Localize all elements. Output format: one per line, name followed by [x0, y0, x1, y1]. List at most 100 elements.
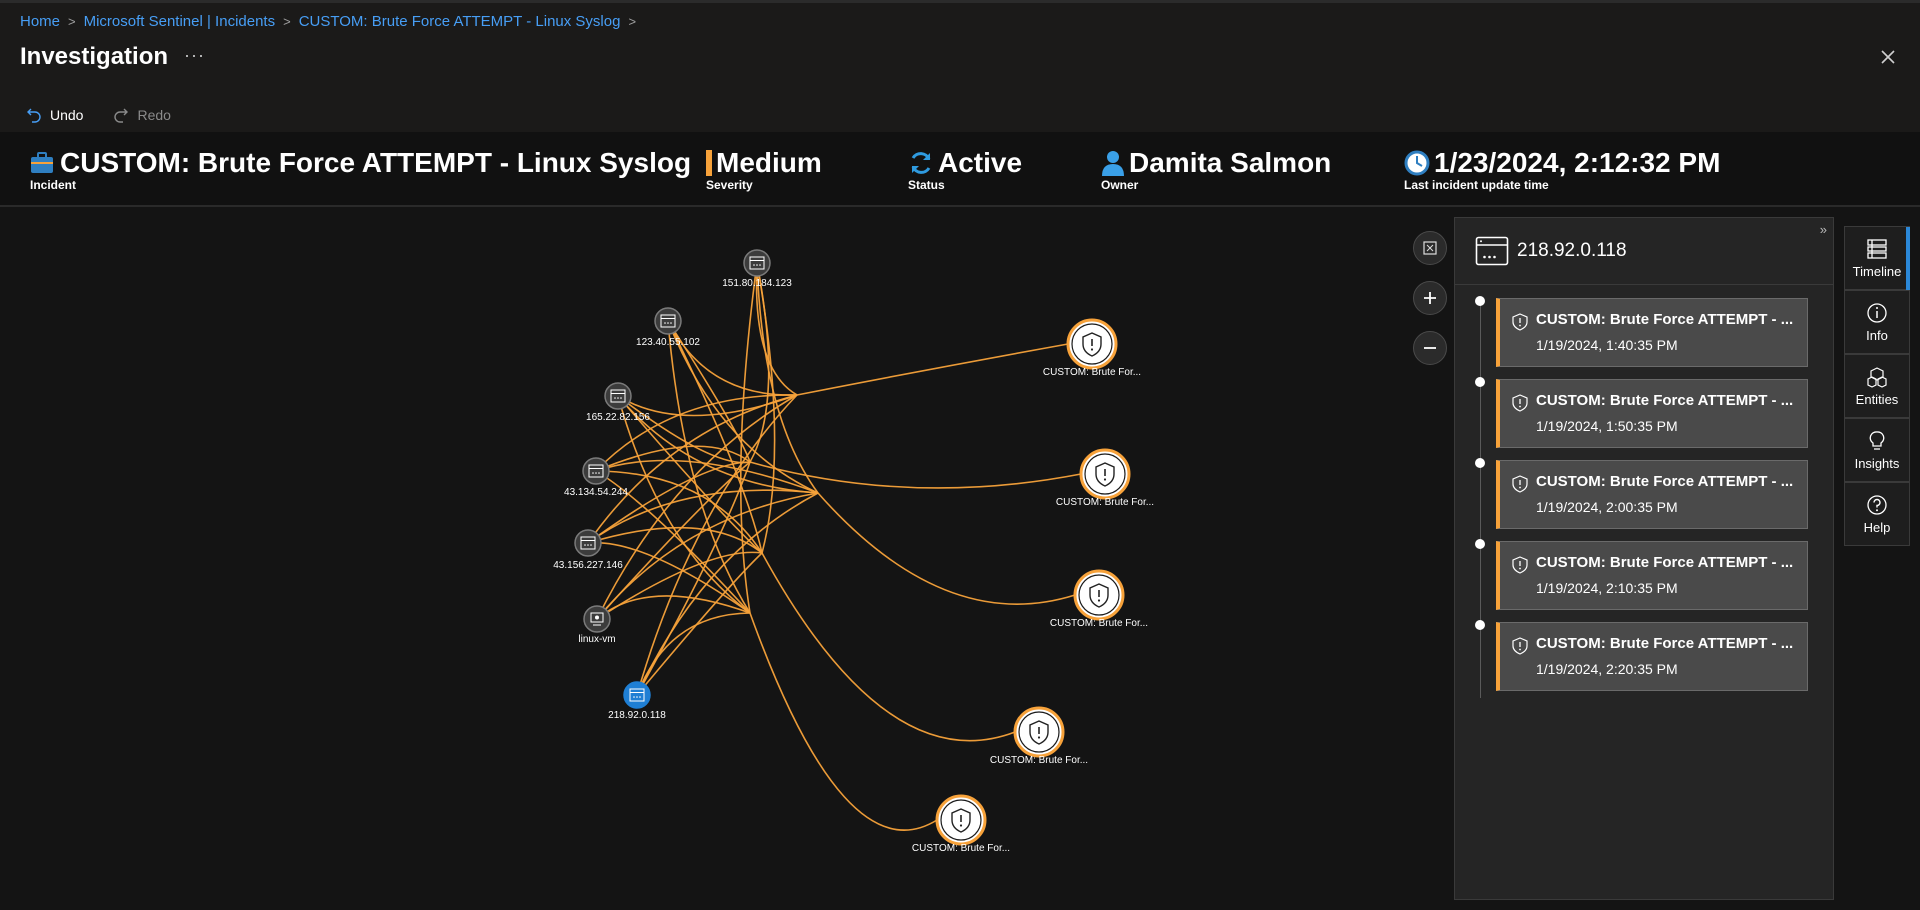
timeline-card[interactable]: CUSTOM: Brute Force ATTEMPT - ... 1/19/2…: [1496, 298, 1808, 367]
graph-edge: [617, 395, 751, 614]
breadcrumb-incident[interactable]: CUSTOM: Brute Force ATTEMPT - Linux Sysl…: [299, 13, 621, 30]
breadcrumb: Home > Microsoft Sentinel | Incidents > …: [20, 13, 644, 30]
alert-node[interactable]: [1079, 448, 1131, 500]
timeline-dot: [1475, 458, 1485, 468]
graph-edge: [636, 612, 751, 696]
refresh-icon: [911, 152, 931, 174]
tab-help[interactable]: Help: [1844, 482, 1910, 546]
briefcase-icon: [31, 152, 53, 173]
timeline-card-time: 1/19/2024, 2:20:35 PM: [1536, 661, 1678, 677]
timeline-card[interactable]: CUSTOM: Brute Force ATTEMPT - ... 1/19/2…: [1496, 622, 1808, 691]
undo-label: Undo: [50, 107, 84, 123]
side-tabs: Timeline Info Entities Insights Help: [1844, 226, 1910, 546]
entity-node-circle[interactable]: [574, 529, 602, 557]
investigation-graph[interactable]: 151.80.184.123 123.40.55.102 165.22.82.156…: [0, 208, 1460, 910]
entity-node-circle[interactable]: [743, 249, 771, 277]
entity-node-circle[interactable]: [654, 307, 682, 335]
zoom-out-button[interactable]: [1413, 331, 1447, 365]
timeline-card-time: 1/19/2024, 2:00:35 PM: [1536, 499, 1678, 515]
chevron-right-icon: >: [628, 14, 637, 29]
timeline-card[interactable]: CUSTOM: Brute Force ATTEMPT - ... 1/19/2…: [1496, 379, 1808, 448]
timeline-card-time: 1/19/2024, 1:40:35 PM: [1536, 337, 1678, 353]
severity-indicator: [706, 150, 712, 176]
more-options-button[interactable]: ···: [184, 45, 205, 66]
tab-insights[interactable]: Insights: [1844, 418, 1910, 482]
person-icon: [1102, 151, 1124, 176]
zoom-in-button[interactable]: [1413, 281, 1447, 315]
owner-label: Owner: [1101, 178, 1139, 192]
entity-node[interactable]: [574, 529, 602, 557]
owner-field: Damita Salmon Owner: [1101, 148, 1331, 193]
entity-node[interactable]: [654, 307, 682, 335]
entity-node-circle[interactable]: [604, 382, 632, 410]
entity-node-circle[interactable]: [582, 457, 610, 485]
updated-field: 1/23/2024, 2:12:32 PM Last incident upda…: [1404, 147, 1721, 193]
timeline-icon: [1867, 238, 1887, 259]
graph-edge: [817, 492, 1076, 605]
entity-node-label: 151.80.184.123: [722, 278, 792, 289]
status-field: Active Status: [908, 147, 1023, 193]
graph-edge: [761, 552, 1016, 742]
fit-graph-button[interactable]: [1413, 231, 1447, 265]
tab-timeline[interactable]: Timeline: [1844, 226, 1910, 291]
alert-node[interactable]: [935, 794, 987, 846]
alert-node[interactable]: [1066, 318, 1118, 370]
tab-entities[interactable]: Entities: [1844, 354, 1910, 418]
redo-label: Redo: [137, 107, 171, 123]
timeline-card-title: CUSTOM: Brute Force ATTEMPT - ...: [1536, 473, 1794, 490]
timeline-card-time: 1/19/2024, 2:10:35 PM: [1536, 580, 1678, 596]
panel-title: 218.92.0.118: [1517, 240, 1627, 261]
tab-entities-label: Entities: [1855, 391, 1899, 407]
status-value: Active: [938, 147, 1023, 178]
alert-node-label: CUSTOM: Brute For...: [1055, 497, 1155, 508]
panel-header: 218.92.0.118 »: [1455, 218, 1833, 285]
redo-button[interactable]: Redo: [113, 107, 171, 123]
alert-node[interactable]: [1073, 569, 1125, 621]
plus-icon: [1424, 292, 1436, 304]
timeline-dot: [1475, 377, 1485, 387]
tab-insights-label: Insights: [1854, 455, 1900, 471]
toolbar: Undo Redo: [26, 107, 171, 123]
entity-node[interactable]: [582, 457, 610, 485]
alert-node[interactable]: [1013, 706, 1065, 758]
timeline-dot: [1475, 539, 1485, 549]
tab-info-label: Info: [1866, 327, 1888, 343]
chevron-right-icon: >: [68, 14, 76, 29]
severity-value: Medium: [716, 147, 822, 178]
timeline-card[interactable]: CUSTOM: Brute Force ATTEMPT - ... 1/19/2…: [1496, 541, 1808, 610]
entity-detail-panel: 218.92.0.118 » CUSTOM: Brute Force ATTEM…: [1454, 217, 1834, 900]
entity-node-label: 43.134.54.244: [564, 487, 628, 498]
close-icon[interactable]: [1878, 47, 1898, 67]
shield-icon: [1512, 313, 1528, 331]
entity-node-label: linux-vm: [578, 634, 616, 645]
entity-node[interactable]: [743, 249, 771, 277]
breadcrumb-home[interactable]: Home: [20, 13, 60, 30]
tab-help-label: Help: [1863, 519, 1891, 535]
timeline-card[interactable]: CUSTOM: Brute Force ATTEMPT - ... 1/19/2…: [1496, 460, 1808, 529]
entity-node[interactable]: [583, 605, 611, 633]
alert-node-label: CUSTOM: Brute For...: [989, 755, 1089, 766]
status-label: Status: [908, 178, 945, 192]
entity-node[interactable]: [604, 382, 632, 410]
entity-node-circle[interactable]: [623, 681, 651, 709]
timeline-line: [1480, 300, 1481, 698]
timeline-card-time: 1/19/2024, 1:50:35 PM: [1536, 418, 1678, 434]
entity-node-label: 123.40.55.102: [636, 337, 700, 348]
entity-node-selected[interactable]: [623, 681, 651, 709]
breadcrumb-incidents[interactable]: Microsoft Sentinel | Incidents: [84, 13, 275, 30]
undo-button[interactable]: Undo: [26, 107, 83, 123]
graph-edge: [667, 320, 798, 396]
help-icon: [1867, 494, 1887, 515]
entities-icon: [1867, 366, 1887, 388]
clock-icon: [1404, 150, 1430, 176]
redo-icon: [114, 108, 129, 123]
graph-edge: [796, 343, 1069, 396]
updated-value: 1/23/2024, 2:12:32 PM: [1434, 147, 1721, 178]
graph-edges: [587, 262, 1082, 831]
graph-canvas[interactable]: [0, 208, 1460, 910]
graph-edge: [756, 262, 819, 494]
tab-info[interactable]: Info: [1844, 290, 1910, 354]
collapse-panel-button[interactable]: »: [1820, 222, 1827, 237]
graph-edge: [667, 320, 763, 554]
timeline-card-title: CUSTOM: Brute Force ATTEMPT - ...: [1536, 635, 1794, 652]
